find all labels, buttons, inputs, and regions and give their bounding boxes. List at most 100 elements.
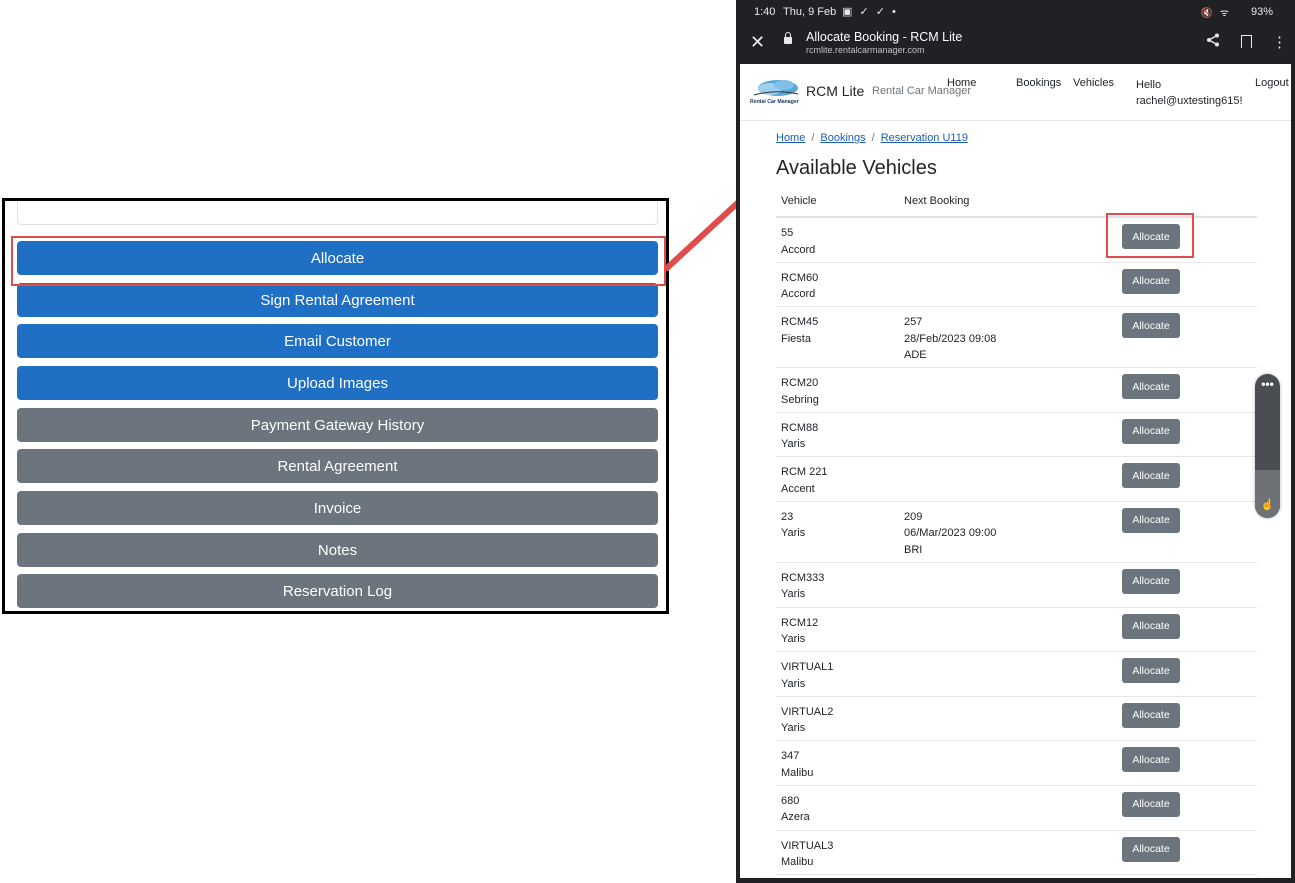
allocate-button[interactable]: Allocate [1122,747,1180,773]
vehicle-model: Azera [781,811,810,824]
browser-url[interactable]: rcmlite.rentalcarmanager.com [806,45,925,55]
vehicle-cell: RCM20 Sebring [781,375,819,408]
table-row: 347 Malibu Allocate [776,741,1257,786]
share-icon[interactable] [1206,33,1220,50]
nav-vehicles[interactable]: Vehicles [1073,77,1114,89]
breadcrumb-home[interactable]: Home [776,132,805,144]
upload-images-button[interactable]: Upload Images [17,366,658,400]
next-booking-line: 257 [904,316,923,329]
table-row: VIRTUAL1 Yaris Allocate [776,652,1257,697]
system-icons: 🔇 ᯤ [1200,8,1231,19]
vehicle-id: VIRTUAL2 [781,705,834,718]
nav-logout[interactable]: Logout [1255,77,1289,89]
table-row: RCM12 Yaris Allocate [776,608,1257,653]
nav-bookings[interactable]: Bookings [1016,77,1061,89]
notes-button[interactable]: Notes [17,533,658,567]
allocate-button[interactable]: Allocate [1122,836,1180,862]
table-row: RCM45 Fiesta 257 28/Feb/2023 09:08 ADE Alloca… [776,307,1257,369]
hand-gesture-icon[interactable]: ☝ [1255,498,1280,511]
text-field-bottom-edge[interactable] [17,201,658,225]
vehicles-table: Vehicle Next Booking 55 Accord Allocate RCM… [776,188,1257,876]
vehicle-id: 347 [781,750,800,763]
vehicle-cell: 55 Accord [781,225,815,258]
floating-toolbar[interactable]: ••• ☝ [1255,374,1280,518]
brand-name[interactable]: RCM Lite [806,83,864,99]
allocate-button[interactable]: Allocate [1122,374,1180,400]
allocate-button[interactable]: Allocate [1122,613,1180,639]
vehicle-id: 55 [781,227,794,239]
svg-text:Rental Car Manager: Rental Car Manager [750,99,799,105]
vehicle-id: RCM 221 [781,466,828,479]
table-row: 55 Accord Allocate [776,218,1257,263]
bookmark-icon[interactable] [1241,35,1252,51]
vehicle-id: VIRTUAL1 [781,661,834,674]
vehicle-cell: RCM 221 Accent [781,464,827,497]
vehicle-cell: RCM88 Yaris [781,420,818,453]
rental-agreement-button[interactable]: Rental Agreement [17,449,658,483]
sign-rental-agreement-button[interactable]: Sign Rental Agreement [17,283,658,317]
vehicle-model: Yaris [781,633,806,646]
close-icon[interactable]: ✕ [750,32,765,53]
greeting-user: rachel@uxtesting615! [1136,95,1243,107]
phone-screenshot: 1:40 Thu, 9 Feb ▣ ✓ ✓ • 🔇 ᯤ 93% ✕ Alloca… [736,0,1295,883]
allocate-button[interactable]: Allocate [1122,224,1180,249]
vehicle-cell: VIRTUAL2 Yaris [781,704,833,737]
vehicle-model: Yaris [781,722,806,735]
allocate-button[interactable]: Allocate [1122,463,1180,489]
allocate-button[interactable]: Allocate [1122,702,1180,728]
next-booking-line: BRI [904,543,923,556]
table-row: RCM333 Yaris Allocate [776,563,1257,608]
breadcrumb: Home / Bookings / Reservation U119 [776,132,968,144]
reservation-log-button[interactable]: Reservation Log [17,574,658,608]
table-row: 680 Azera Allocate [776,786,1257,831]
status-date: Thu, 9 Feb [783,6,837,18]
vehicle-model: Yaris [781,588,806,601]
vehicle-model: Yaris [781,527,806,540]
allocate-button[interactable]: Allocate [1122,268,1180,294]
table-row: 23 Yaris 209 06/Mar/2023 09:00 BRI Allocate [776,502,1257,563]
booking-actions-panel: Allocate Sign Rental Agreement Email Custo… [2,198,669,614]
allocate-button[interactable]: Allocate [17,241,658,275]
table-row: VIRTUAL2 Yaris Allocate [776,697,1257,742]
breadcrumb-bookings[interactable]: Bookings [820,132,865,144]
vehicle-cell: VIRTUAL1 Yaris [781,659,833,692]
table-row: RCM88 Yaris Allocate [776,413,1257,458]
allocate-button[interactable]: Allocate [1122,791,1180,817]
vehicle-id: RCM20 [781,377,819,390]
vehicle-cell: RCM45 Fiesta [781,314,818,347]
vehicle-id: RCM333 [781,571,825,584]
next-booking-line: 06/Mar/2023 09:00 [904,527,997,540]
allocate-button[interactable]: Allocate [1122,658,1180,684]
email-customer-button[interactable]: Email Customer [17,324,658,358]
breadcrumb-separator: / [811,132,815,144]
allocate-button[interactable]: Allocate [1122,507,1180,533]
vehicle-model: Yaris [781,677,806,690]
allocate-button[interactable]: Allocate [1122,568,1180,594]
header-vehicle: Vehicle [781,195,817,207]
vehicle-id: 680 [781,794,800,807]
rcm-logo[interactable]: Rental Car Manager [748,76,802,106]
user-greeting[interactable]: Hello rachel@uxtesting615! [1136,77,1243,109]
nav-home[interactable]: Home [947,77,976,89]
next-booking-line: 28/Feb/2023 09:08 [904,332,997,345]
header-next-booking: Next Booking [904,195,970,207]
vehicle-cell: RCM333 Yaris [781,570,824,603]
allocate-button[interactable]: Allocate [1122,313,1180,339]
vehicle-cell: RCM60 Accord [781,270,818,303]
next-booking-cell: 257 28/Feb/2023 09:08 ADE [904,314,996,364]
invoice-button[interactable]: Invoice [17,491,658,525]
lock-icon [784,32,792,44]
table-row: RCM20 Sebring Allocate [776,368,1257,413]
notification-icons: ▣ ✓ ✓ • [842,6,898,18]
browser-page-title: Allocate Booking - RCM Lite [806,30,963,44]
vehicle-model: Accord [781,243,816,256]
allocate-button[interactable]: Allocate [1122,418,1180,444]
more-menu-icon[interactable]: ⋮ [1272,33,1287,51]
vehicle-id: 23 [781,510,794,523]
site-header: Rental Car Manager RCM Lite Rental Car M… [740,64,1291,121]
status-bar: 1:40 Thu, 9 Feb ▣ ✓ ✓ • 🔇 ᯤ 93% [736,0,1295,24]
vehicle-model: Yaris [781,438,806,451]
breadcrumb-reservation[interactable]: Reservation U119 [881,132,968,144]
more-dots-icon[interactable]: ••• [1255,378,1280,390]
payment-gateway-history-button[interactable]: Payment Gateway History [17,408,658,442]
